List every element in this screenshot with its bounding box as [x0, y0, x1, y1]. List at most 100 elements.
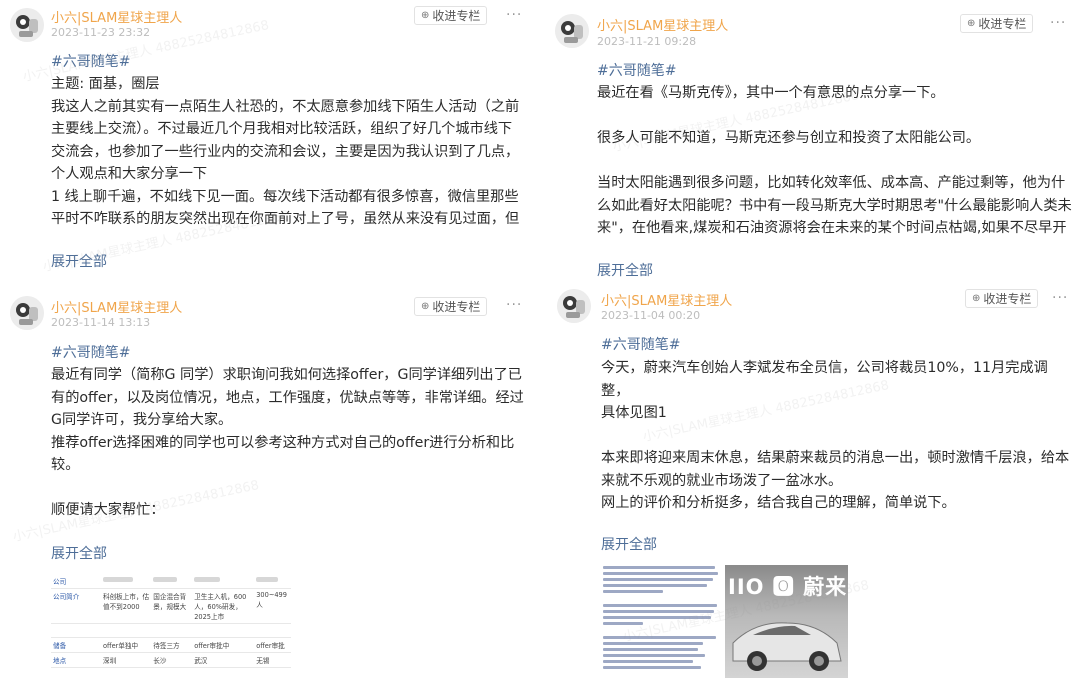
post-line: 平时不咋联系的朋友突然出现在你面前对上了号，虽然从来没有见过面，但	[51, 211, 520, 227]
offer-table-image[interactable]: 公司 公司简介 科创板上市，估值不到2000 国企混合背景，规模大 卫生主入机，…	[51, 574, 291, 678]
post-line: 有的offer，以及岗位情况，地点，工作强度，优缺点等等，非常详细。经过	[51, 389, 524, 406]
author-name[interactable]: 小六|SLAM星球主理人	[601, 290, 732, 309]
expand-all-link[interactable]: 展开全部	[51, 543, 107, 563]
post-line: 交流会，也参加了一些行业内的交流和会议，主要是因为我认识到了几点，	[51, 143, 520, 160]
collect-to-column-button[interactable]: ⊕ 收进专栏	[414, 6, 488, 25]
collect-label: 收进专栏	[978, 17, 1027, 31]
table-cell: 长沙	[151, 652, 193, 668]
collect-to-column-button[interactable]: ⊕ 收进专栏	[965, 289, 1039, 308]
post-line	[601, 425, 1076, 448]
table-cell: offer单独中	[101, 637, 152, 653]
collect-to-column-button[interactable]: ⊕ 收进专栏	[414, 297, 488, 316]
table-row: 公司简介 科创板上市，估值不到2000 国企混合背景，规模大 卫生主入机，600…	[51, 588, 291, 624]
more-options-icon[interactable]: ···	[1052, 290, 1068, 306]
robot-avatar-icon	[557, 289, 591, 323]
collect-label: 收进专栏	[432, 300, 481, 314]
post-line: 顺便请大家帮忙：	[51, 502, 165, 518]
table-cell: 无锡	[254, 652, 291, 668]
post-line: 1 线上聊千遍，不如线下见一面。每次线下活动都有很多惊喜，微信里那些	[51, 188, 519, 205]
post-line: 具体见图1	[601, 405, 667, 421]
table-cell: offer审批	[254, 637, 291, 653]
robot-avatar-icon	[10, 296, 44, 330]
article-text-block	[603, 563, 721, 672]
avatar[interactable]	[10, 296, 44, 330]
table-row: 地点 深圳 长沙 武汉 无锡	[51, 652, 291, 668]
expand-all-link[interactable]: 展开全部	[51, 251, 107, 271]
table-cell	[192, 574, 255, 589]
post-line: 主要线上交流）。不过最近几个月我相对比较活跃，组织了好几个城市线下	[51, 121, 513, 137]
table-cell: 地点	[51, 652, 101, 668]
post-date: 2023-11-23 23:32	[51, 26, 151, 39]
post-line: 来"，在他看来,煤炭和石油资源将会在未来的某个时间点枯竭,如果不尽早开	[597, 220, 1067, 236]
post-line: 么如此看好太阳能呢？书中有一段马斯克大学时期思考"什么最能影响人类未	[597, 197, 1072, 214]
table-cell: 300~499人	[254, 588, 291, 624]
hashtag[interactable]: #六哥随笔#	[597, 60, 676, 80]
more-options-icon[interactable]: ···	[506, 7, 522, 23]
expand-all-link[interactable]: 展开全部	[601, 534, 657, 554]
avatar[interactable]	[10, 8, 44, 42]
table-cell: 科创板上市，估值不到2000	[101, 588, 152, 624]
table-cell: 卫生主入机，600人，60%研发，2025上市	[192, 588, 255, 624]
post-line	[597, 105, 1072, 128]
article-image[interactable]: IIO 🅾 蔚来	[600, 561, 848, 678]
post-date: 2023-11-21 09:28	[597, 35, 697, 48]
table-cell	[151, 623, 193, 638]
post-line: 本来即将迎来周末休息，结果蔚来裁员的消息一出，顿时激情千层浪，给本	[601, 450, 1070, 466]
robot-avatar-icon	[10, 8, 44, 42]
author-name[interactable]: 小六|SLAM星球主理人	[51, 297, 182, 316]
post-body: 今天，蔚来汽车创始人李斌发布全员信，公司将裁员10%，11月完成调整， 具体见图…	[601, 357, 1076, 515]
table-cell	[254, 623, 291, 638]
hashtag[interactable]: #六哥随笔#	[51, 51, 130, 71]
folder-icon: ⊕	[967, 18, 976, 29]
robot-avatar-icon	[555, 14, 589, 48]
post-date: 2023-11-04 00:20	[601, 309, 701, 322]
post-line: 网上的评价和分析挺多，结合我自己的理解，简单说下。	[601, 495, 956, 511]
hashtag[interactable]: #六哥随笔#	[601, 334, 680, 354]
post-date: 2023-11-14 13:13	[51, 316, 151, 329]
folder-icon: ⊕	[972, 293, 981, 304]
more-options-icon[interactable]: ···	[506, 297, 522, 313]
collect-to-column-button[interactable]: ⊕ 收进专栏	[960, 14, 1034, 33]
post-line	[51, 477, 531, 500]
folder-icon: ⊕	[421, 301, 430, 312]
table-cell: 待签三方	[151, 637, 193, 653]
table-cell: 武汉	[192, 652, 255, 668]
post-line: 来就不乐观的就业市场泼了一盆冰水。	[601, 472, 843, 489]
post-line: 主题: 面基，圈层	[51, 76, 160, 92]
more-options-icon[interactable]: ···	[1050, 15, 1066, 31]
post-line: 今天，蔚来汽车创始人李斌发布全员信，公司将裁员10%，11月完成调整，	[601, 360, 1048, 399]
table-cell: 公司	[51, 574, 101, 589]
table-row	[51, 623, 291, 638]
table-cell	[192, 623, 255, 638]
post-line: 很多人可能不知道，马斯克还参与创立和投资了太阳能公司。	[597, 130, 981, 146]
post-line: 我这人之前其实有一点陌生人社恐的，不太愿意参加线下陌生人活动（之前	[51, 98, 520, 115]
author-name[interactable]: 小六|SLAM星球主理人	[51, 7, 182, 26]
collect-label: 收进专栏	[983, 292, 1032, 306]
hashtag[interactable]: #六哥随笔#	[51, 342, 130, 362]
table-cell: 储备	[51, 637, 101, 653]
post-line: 较。	[51, 457, 80, 473]
post-line: 个人观点和大家分享一下	[51, 166, 208, 182]
table-cell	[101, 574, 152, 589]
table-row: 公司	[51, 574, 291, 589]
post-body: 主题: 面基，圈层 我这人之前其实有一点陌生人社恐的，不太愿意参加线下陌生人活动…	[51, 73, 531, 231]
table-cell: 公司简介	[51, 588, 101, 624]
post-line: 最近在看《马斯克传》，其中一个有意思的点分享一下。	[597, 85, 945, 101]
expand-all-link[interactable]: 展开全部	[597, 260, 653, 280]
post-line: G同学许可，我分享给大家。	[51, 412, 233, 428]
table-cell: offer审批中	[192, 637, 255, 653]
nio-logo: IIO 🅾 蔚来	[728, 575, 848, 599]
table-cell: 国企混合背景，规模大	[151, 588, 193, 624]
post-line: 当时太阳能遇到很多问题，比如转化效率低、成本高、产能过剩等，他为什	[597, 175, 1066, 191]
avatar[interactable]	[557, 289, 591, 323]
avatar[interactable]	[555, 14, 589, 48]
table-cell	[254, 574, 291, 589]
table-cell	[101, 623, 152, 638]
table-cell: 深圳	[101, 652, 152, 668]
post-line: 最近有同学（简称G 同学）求职询问我如何选择offer，G同学详细列出了已	[51, 367, 522, 383]
author-name[interactable]: 小六|SLAM星球主理人	[597, 15, 728, 34]
post-line: 推荐offer选择困难的同学也可以参考这种方式对自己的offer进行分析和比	[51, 434, 515, 451]
post-line	[597, 150, 1072, 173]
post-body: 最近有同学（简称G 同学）求职询问我如何选择offer，G同学详细列出了已 有的…	[51, 364, 531, 522]
table-cell	[151, 574, 193, 589]
